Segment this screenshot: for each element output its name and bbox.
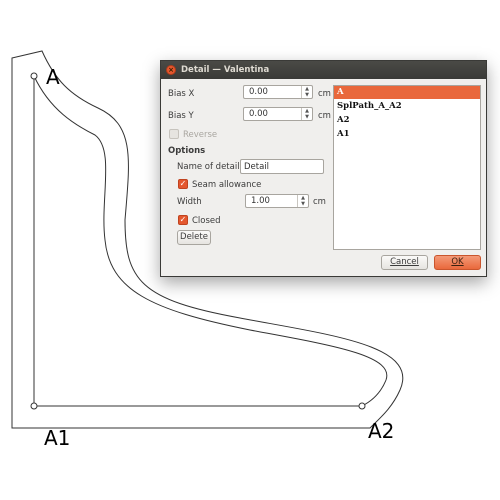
point-a2-label: A2 (368, 419, 395, 443)
list-item[interactable]: A2 (334, 114, 480, 127)
bias-x-value: 0.00 (249, 87, 268, 97)
width-value: 1.00 (251, 196, 270, 206)
bias-y-label: Bias Y (168, 111, 194, 121)
name-of-detail-label: Name of detail (177, 162, 240, 172)
bias-y-value: 0.00 (249, 109, 268, 119)
close-icon[interactable]: × (166, 65, 176, 75)
name-of-detail-input[interactable]: Detail (240, 159, 324, 174)
cancel-button[interactable]: Cancel (381, 255, 428, 270)
delete-button[interactable]: Delete (177, 230, 211, 245)
width-label: Width (177, 197, 202, 207)
closed-label: Closed (192, 216, 221, 226)
ok-label: OK (451, 257, 464, 267)
dialog-title: Detail — Valentina (181, 65, 270, 75)
bias-x-unit: cm (318, 89, 331, 99)
bias-y-spinbox[interactable]: 0.00 ▲ ▼ (243, 107, 313, 121)
dialog-titlebar[interactable]: × Detail — Valentina (161, 61, 486, 79)
detail-dialog: × Detail — Valentina Bias X 0.00 ▲ ▼ cm B… (160, 60, 487, 277)
seam-allowance-checkbox[interactable]: ✓ (178, 179, 188, 189)
spin-arrows-icon[interactable]: ▲ ▼ (301, 108, 312, 120)
bias-x-label: Bias X (168, 89, 195, 99)
seam-allowance-label: Seam allowance (192, 180, 262, 190)
ok-button[interactable]: OK (434, 255, 481, 270)
cancel-label: Cancel (390, 257, 419, 267)
point-a1-label: A1 (44, 426, 71, 450)
reverse-checkbox[interactable] (169, 129, 179, 139)
list-item[interactable]: A1 (334, 128, 480, 141)
list-item[interactable]: A (334, 86, 480, 99)
bias-x-spinbox[interactable]: 0.00 ▲ ▼ (243, 85, 313, 99)
bias-y-unit: cm (318, 111, 331, 121)
list-item[interactable]: SplPath_A_A2 (334, 100, 480, 113)
point-a1-marker[interactable] (30, 402, 38, 410)
width-unit: cm (313, 197, 326, 207)
closed-checkbox[interactable]: ✓ (178, 215, 188, 225)
point-a-label: A (46, 65, 60, 89)
spin-arrows-icon[interactable]: ▲ ▼ (301, 86, 312, 98)
point-a2-marker[interactable] (358, 402, 366, 410)
spin-arrows-icon[interactable]: ▲ ▼ (297, 195, 308, 207)
reverse-label: Reverse (183, 130, 218, 140)
name-of-detail-value: Detail (244, 162, 270, 172)
point-a-marker[interactable] (30, 72, 38, 80)
options-heading: Options (168, 146, 206, 156)
detail-nodes-list[interactable]: A SplPath_A_A2 A2 A1 (333, 85, 481, 250)
width-spinbox[interactable]: 1.00 ▲ ▼ (245, 194, 309, 208)
